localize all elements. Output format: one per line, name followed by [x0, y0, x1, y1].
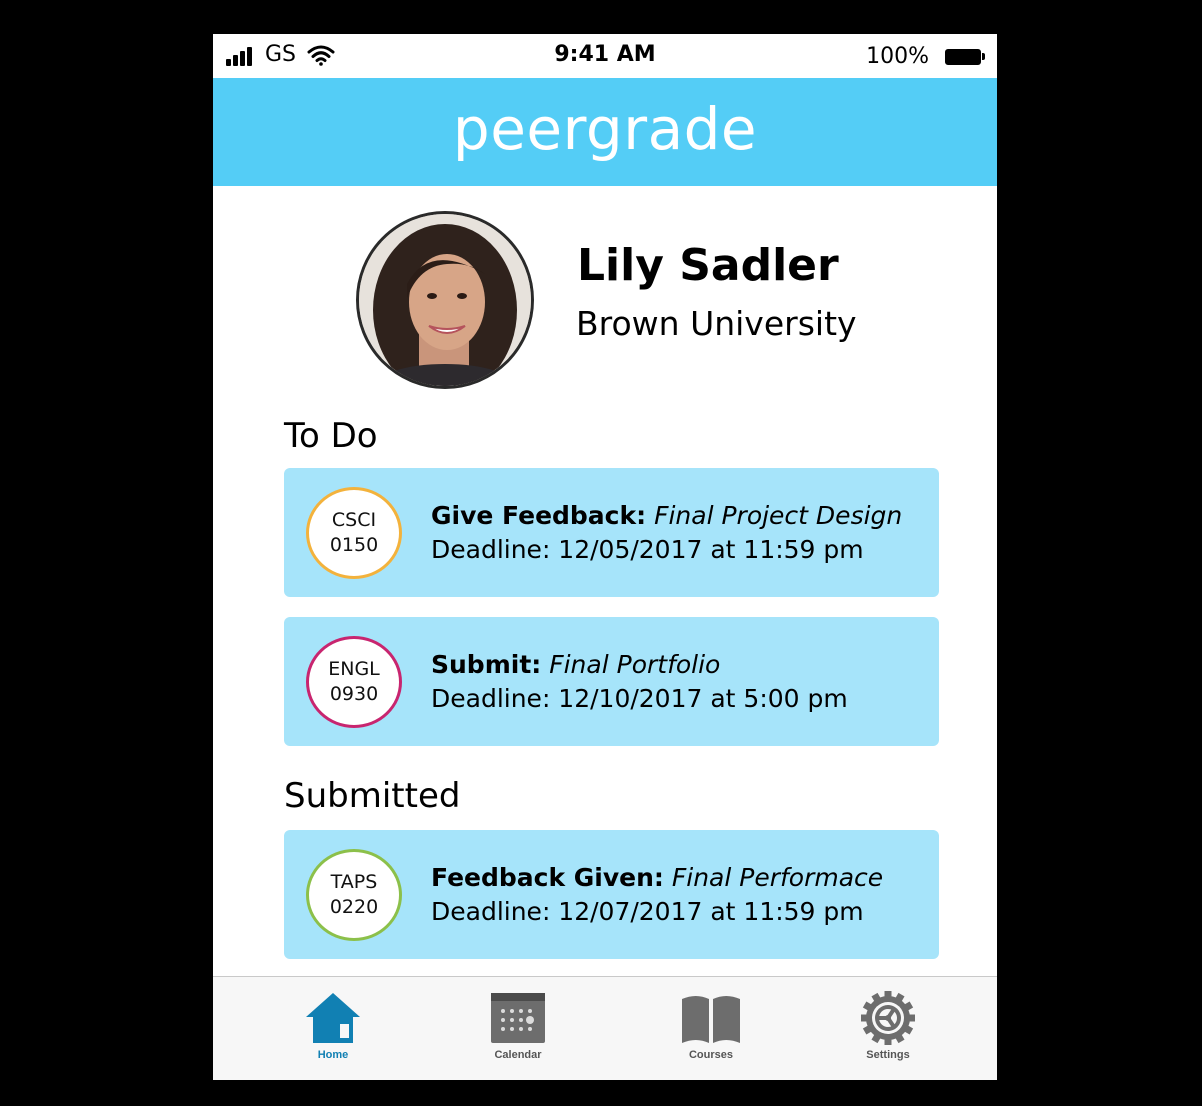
task-title: Feedback Given: Final Performace: [431, 863, 883, 892]
gear-icon: [861, 991, 915, 1045]
tab-bar: Home Calendar Courses Settings: [213, 976, 997, 1080]
app-header: peergrade: [213, 78, 997, 186]
battery-percent: 100%: [866, 44, 929, 69]
section-title-todo: To Do: [284, 416, 378, 456]
app-logo: peergrade: [452, 95, 758, 163]
avatar[interactable]: [356, 211, 534, 389]
tab-courses-label: Courses: [688, 1049, 734, 1061]
profile-photo: [359, 214, 531, 386]
section-title-submitted: Submitted: [284, 776, 461, 816]
course-code: TAPS: [330, 871, 378, 893]
task-deadline: Deadline: 12/05/2017 at 11:59 pm: [431, 535, 864, 564]
calendar-icon: [491, 993, 545, 1043]
course-badge: ENGL 0930: [306, 636, 402, 728]
tab-home-label: Home: [317, 1049, 349, 1061]
submitted-card[interactable]: TAPS 0220 Feedback Given: Final Performa…: [284, 830, 939, 959]
task-card[interactable]: CSCI 0150 Give Feedback: Final Project D…: [284, 468, 939, 597]
task-action: Give Feedback:: [431, 501, 647, 530]
task-item: Final Project Design: [654, 501, 903, 530]
course-number: 0150: [329, 534, 379, 556]
task-action: Submit:: [431, 650, 542, 679]
tab-courses[interactable]: Courses: [656, 991, 766, 1061]
course-code: CSCI: [331, 509, 377, 531]
course-number: 0930: [329, 683, 379, 705]
course-badge: CSCI 0150: [306, 487, 402, 579]
status-bar: GS 9:41 AM 100%: [213, 34, 997, 78]
task-card[interactable]: ENGL 0930 Submit: Final Portfolio Deadli…: [284, 617, 939, 746]
task-action: Feedback Given:: [431, 863, 664, 892]
phone-screen: GS 9:41 AM 100% peergrade Lily Sadler Br…: [213, 34, 997, 1080]
battery-icon: [945, 49, 985, 65]
home-icon: [306, 993, 360, 1043]
tab-settings-label: Settings: [866, 1049, 910, 1061]
profile-school: Brown University: [576, 304, 857, 343]
task-deadline: Deadline: 12/10/2017 at 5:00 pm: [431, 684, 848, 713]
task-item: Final Performace: [671, 863, 884, 892]
task-title: Give Feedback: Final Project Design: [431, 501, 902, 530]
tab-calendar-label: Calendar: [494, 1049, 542, 1061]
task-title: Submit: Final Portfolio: [431, 650, 720, 679]
course-code: ENGL: [328, 658, 380, 680]
course-badge: TAPS 0220: [306, 849, 402, 941]
tab-home[interactable]: Home: [278, 991, 388, 1061]
book-icon: [682, 996, 740, 1043]
course-number: 0220: [329, 896, 379, 918]
task-item: Final Portfolio: [549, 650, 721, 679]
tab-calendar[interactable]: Calendar: [463, 991, 573, 1061]
task-deadline: Deadline: 12/07/2017 at 11:59 pm: [431, 897, 864, 926]
tab-settings[interactable]: Settings: [833, 991, 943, 1061]
profile-name: Lily Sadler: [577, 240, 839, 291]
